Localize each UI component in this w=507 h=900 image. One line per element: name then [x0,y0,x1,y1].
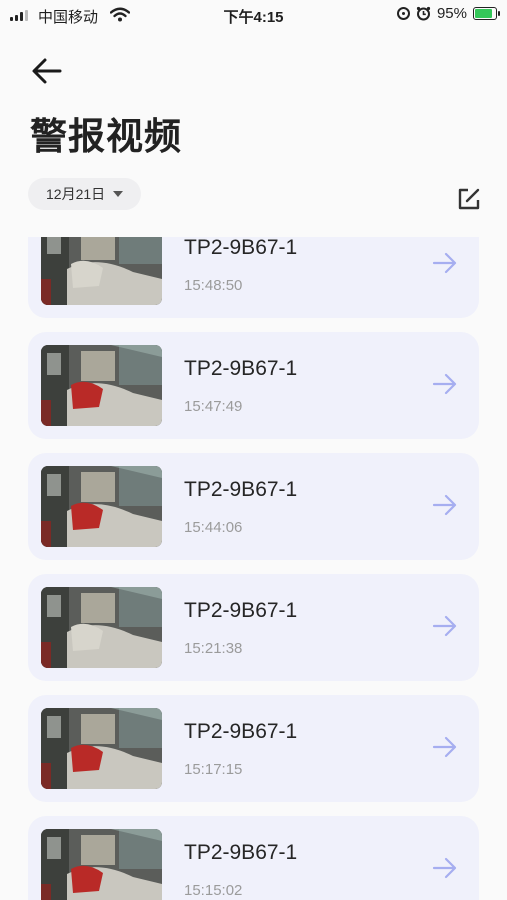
rotation-lock-icon [396,7,410,20]
arrow-right-icon[interactable] [432,615,458,637]
caret-down-icon [113,191,124,197]
battery-icon [473,7,500,20]
alert-time: 15:48:50 [184,277,243,294]
device-name: TP2-9B67-1 [184,237,298,259]
device-name: TP2-9B67-1 [184,720,298,743]
alert-time: 15:47:49 [184,398,243,415]
video-thumbnail[interactable] [41,237,162,305]
arrow-right-icon[interactable] [432,373,458,395]
status-bar: 中国移动 下午4:15 95% [0,0,507,30]
video-thumbnail[interactable] [41,466,162,547]
video-thumbnail[interactable] [41,587,162,668]
alert-video-item[interactable]: TP2-9B67-1 15:48:50 [28,237,479,318]
arrow-right-icon[interactable] [432,736,458,758]
alarm-icon [416,6,431,21]
video-thumbnail[interactable] [41,829,162,900]
alert-time: 15:17:15 [184,761,243,778]
alert-time: 15:15:02 [184,882,243,899]
device-name: TP2-9B67-1 [184,841,298,864]
alert-video-item[interactable]: TP2-9B67-1 15:15:02 [28,816,479,900]
video-thumbnail[interactable] [41,345,162,426]
video-thumbnail[interactable] [41,708,162,789]
alert-time: 15:44:06 [184,519,243,536]
device-name: TP2-9B67-1 [184,478,298,501]
arrow-right-icon[interactable] [432,252,458,274]
date-filter-label: 12月21日 [46,186,106,202]
arrow-right-icon[interactable] [432,494,458,516]
alert-video-item[interactable]: TP2-9B67-1 15:17:15 [28,695,479,802]
alert-video-item[interactable]: TP2-9B67-1 15:21:38 [28,574,479,681]
battery-percent: 95% [436,5,467,22]
arrow-left-icon[interactable] [30,56,64,86]
device-name: TP2-9B67-1 [184,357,298,380]
device-name: TP2-9B67-1 [184,599,298,622]
page-title: 警报视频 [30,116,182,157]
alert-video-list[interactable]: TP2-9B67-1 15:48:50 TP2-9B67-1 15:47:49 [0,237,507,900]
alert-time: 15:21:38 [184,640,243,657]
alert-video-item[interactable]: TP2-9B67-1 15:44:06 [28,453,479,560]
alert-video-item[interactable]: TP2-9B67-1 15:47:49 [28,332,479,439]
arrow-right-icon[interactable] [432,857,458,879]
edit-icon[interactable] [456,186,482,212]
date-filter-dropdown[interactable]: 12月21日 [28,178,142,210]
